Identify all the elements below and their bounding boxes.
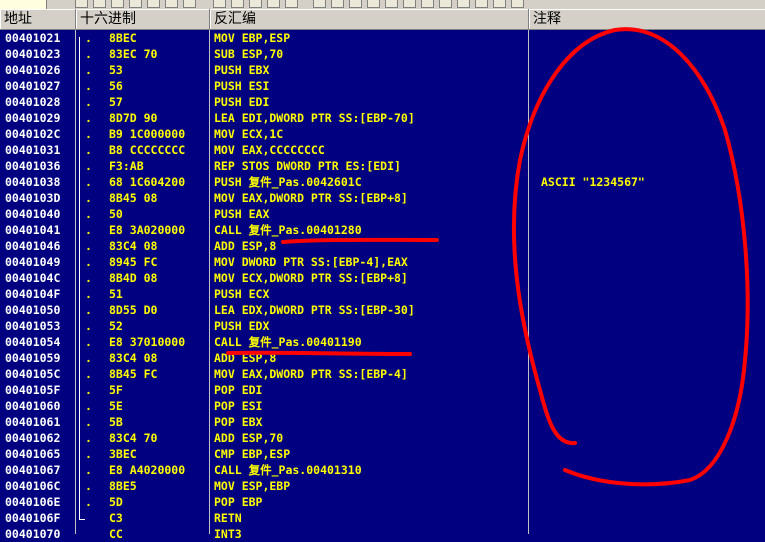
red-annotation-layer [226,27,750,487]
red-circle [511,27,750,487]
red-underline [281,237,439,244]
red-underline [226,350,412,356]
